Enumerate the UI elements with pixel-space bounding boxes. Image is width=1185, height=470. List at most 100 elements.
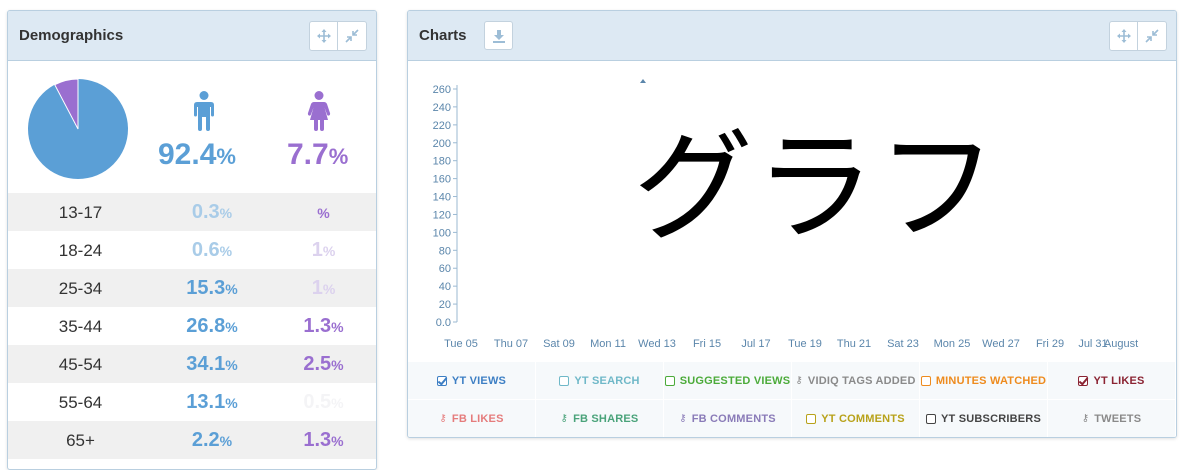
key-icon: ⚷	[439, 413, 447, 424]
legend-item-suggested-views[interactable]: SUGGESTED VIEWS	[664, 362, 792, 400]
chart-legend: YT VIEWS YT SEARCH SUGGESTED VIEWS ⚷ VIDIQ T…	[408, 362, 1176, 437]
move-icon	[316, 29, 331, 43]
female-age-value: 2.5%	[303, 353, 344, 375]
age-range-label: 18-24	[58, 241, 103, 260]
download-icon	[492, 29, 505, 43]
x-tick-label: Jul 17	[741, 338, 770, 350]
y-tick-label: 20	[439, 299, 451, 311]
compress-icon	[1145, 29, 1159, 43]
legend-label: TWEETS	[1094, 412, 1142, 425]
x-tick-label: Thu 07	[494, 338, 528, 350]
legend-item-yt-views[interactable]: YT VIEWS	[408, 362, 536, 400]
legend-item-yt-subscribers[interactable]: YT SUBSCRIBERS	[920, 400, 1048, 437]
y-tick-label: 80	[439, 245, 451, 257]
charts-header: Charts	[408, 11, 1176, 61]
checked-checkbox-icon[interactable]	[1078, 375, 1089, 386]
x-tick-label: Fri 29	[1036, 338, 1064, 350]
checkbox-icon[interactable]	[920, 375, 931, 386]
age-range-label: 25-34	[58, 279, 103, 298]
y-tick-label: 240	[433, 102, 451, 114]
x-tick-label: Mon 25	[934, 338, 971, 350]
legend-item-yt-likes[interactable]: YT LIKES	[1048, 362, 1176, 400]
y-tick-label: 200	[433, 138, 451, 150]
male-percentage: 92.4%	[158, 138, 236, 171]
legend-label: SUGGESTED VIEWS	[679, 374, 791, 387]
female-age-value: 1%	[311, 277, 336, 299]
checkbox-icon[interactable]	[806, 413, 817, 424]
checkbox-icon[interactable]	[664, 375, 675, 386]
legend-label: MINUTES WATCHED	[935, 374, 1047, 387]
legend-label: YT COMMENTS	[821, 412, 905, 425]
legend-item-yt-search[interactable]: YT SEARCH	[536, 362, 664, 400]
x-tick-label: Thu 21	[837, 338, 871, 350]
y-tick-label: 40	[439, 281, 451, 293]
legend-item-tweets[interactable]: ⚷ TWEETS	[1048, 400, 1176, 437]
legend-label: FB SHARES	[573, 412, 639, 425]
age-range-label: 55-64	[58, 393, 103, 412]
legend-item-vidiq-tags-added[interactable]: ⚷ VIDIQ TAGS ADDED	[792, 362, 920, 400]
legend-label: FB COMMENTS	[691, 412, 776, 425]
age-row: 45-54 34.1% 2.5%	[8, 345, 376, 383]
female-age-value: %	[317, 205, 330, 221]
key-icon: ⚷	[795, 375, 803, 386]
legend-item-fb-shares[interactable]: ⚷ FB SHARES	[536, 400, 664, 437]
legend-row: YT VIEWS YT SEARCH SUGGESTED VIEWS ⚷ VIDIQ T…	[408, 362, 1176, 400]
move-button[interactable]	[1110, 22, 1138, 50]
collapse-button[interactable]	[338, 22, 366, 50]
x-tick-label: Fri 15	[693, 338, 721, 350]
legend-label: VIDIQ TAGS ADDED	[807, 374, 916, 387]
chart-marker	[640, 79, 646, 83]
male-age-value: 0.3%	[191, 201, 233, 223]
legend-label: YT SEARCH	[574, 374, 640, 387]
age-row: 13-17 0.3%%	[8, 193, 376, 231]
age-range-label: 65+	[66, 431, 95, 450]
male-icon	[194, 91, 214, 131]
demographics-title: Demographics	[19, 27, 124, 44]
checked-checkbox-icon[interactable]	[436, 375, 447, 386]
demographics-panel: Demographics 92.4% 7.7% 13-17 0.3%% 18-24 0…	[7, 10, 377, 470]
gender-pie-chart	[28, 78, 128, 179]
download-button[interactable]	[484, 21, 513, 50]
y-tick-label: 0.0	[436, 317, 451, 329]
demographics-header-buttons	[309, 21, 367, 51]
legend-item-yt-comments[interactable]: YT COMMENTS	[792, 400, 920, 437]
y-tick-label: 100	[433, 227, 451, 239]
legend-item-fb-comments[interactable]: ⚷ FB COMMENTS	[664, 400, 792, 437]
move-button[interactable]	[310, 22, 338, 50]
age-row: 18-24 0.6% 1%	[8, 231, 376, 269]
x-tick-label: Mon 11	[590, 338, 626, 350]
x-tick-label: Wed 27	[982, 338, 1020, 350]
y-tick-label: 260	[433, 84, 451, 96]
male-age-value: 0.6%	[191, 239, 233, 261]
age-range-label: 13-17	[58, 203, 103, 222]
male-age-value: 13.1%	[186, 391, 238, 413]
key-icon: ⚷	[679, 413, 687, 424]
legend-item-fb-likes[interactable]: ⚷ FB LIKES	[408, 400, 536, 437]
male-age-value: 26.8%	[186, 315, 238, 337]
male-age-value: 34.1%	[186, 353, 238, 375]
female-percentage: 7.7%	[287, 138, 349, 171]
key-icon: ⚷	[1081, 413, 1090, 424]
demographics-header: Demographics	[8, 11, 376, 61]
y-tick-label: 180	[433, 156, 451, 168]
male-age-value: 15.3%	[186, 277, 238, 299]
y-tick-label: 120	[433, 209, 451, 221]
legend-item-minutes-watched[interactable]: MINUTES WATCHED	[920, 362, 1048, 400]
age-row: 25-34 15.3% 1%	[8, 269, 376, 307]
collapse-button[interactable]	[1138, 22, 1166, 50]
age-row: 35-44 26.8% 1.3%	[8, 307, 376, 345]
move-icon	[1116, 29, 1131, 43]
legend-row: ⚷ FB LIKES ⚷ FB SHARES ⚷ FB COMMENTS YT COMMEN…	[408, 400, 1176, 437]
chart-watermark: グラフ	[633, 119, 999, 258]
female-icon	[307, 91, 331, 131]
legend-label: YT LIKES	[1093, 374, 1145, 387]
x-tick-label: August	[1104, 338, 1138, 350]
female-age-value: 1.3%	[303, 429, 344, 451]
female-age-value: 1%	[311, 239, 336, 261]
compress-icon	[345, 29, 359, 43]
checkbox-icon[interactable]	[559, 375, 570, 386]
female-age-value: 1.3%	[303, 315, 344, 337]
y-tick-label: 140	[433, 192, 451, 204]
y-tick-label: 160	[433, 174, 451, 186]
checkbox-icon[interactable]	[926, 413, 936, 424]
